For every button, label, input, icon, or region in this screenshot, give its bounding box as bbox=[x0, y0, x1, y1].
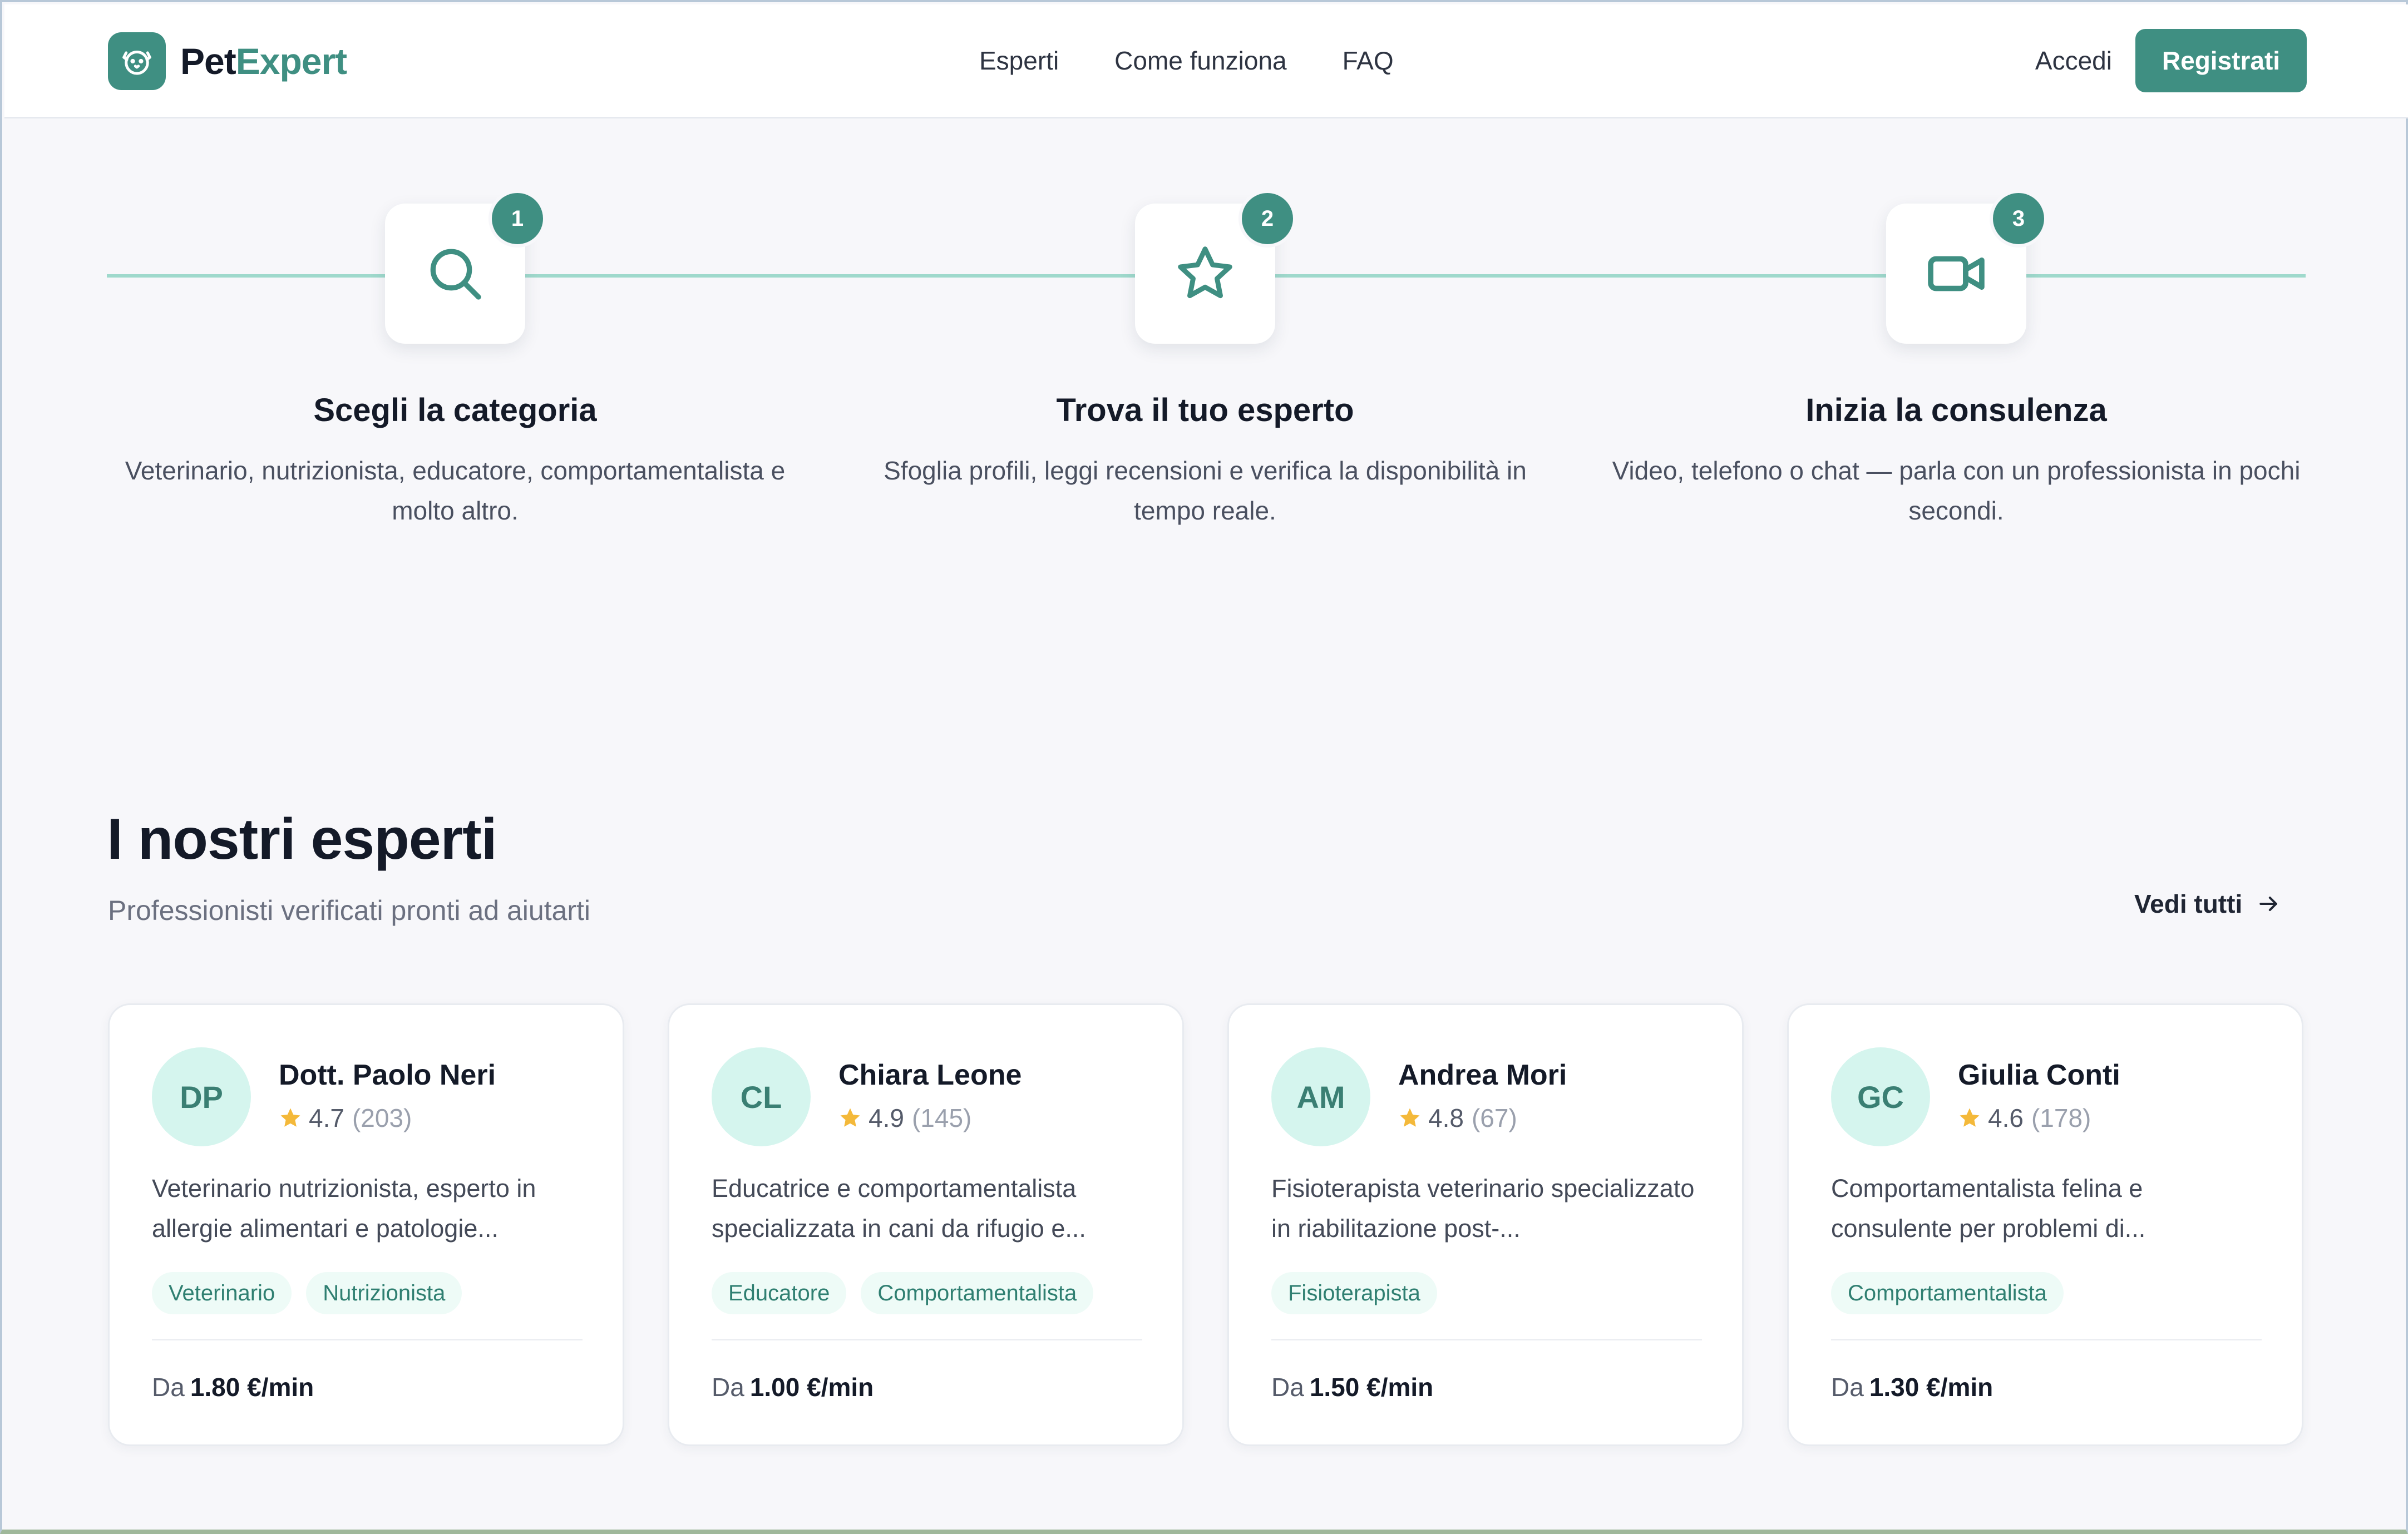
avatar: GC bbox=[1831, 1047, 1930, 1146]
expert-rating: 4.6 (178) bbox=[1958, 1103, 2091, 1133]
price-prefix: Da bbox=[1271, 1373, 1304, 1402]
category-tag: Veterinario bbox=[152, 1272, 292, 1314]
star-icon bbox=[1400, 1108, 1420, 1127]
dog-face-icon bbox=[108, 32, 166, 90]
step-1-title: Scegli la categoria bbox=[313, 392, 597, 428]
expert-description: Comportamentalista felina e consulente p… bbox=[1831, 1174, 2146, 1243]
price-value: 1.80 €/min bbox=[190, 1373, 314, 1402]
expert-price: Da 1.50 €/min bbox=[1271, 1372, 1433, 1402]
expert-name: Giulia Conti bbox=[1958, 1059, 2120, 1091]
avatar: CL bbox=[712, 1047, 811, 1146]
nav-links: Esperti Come funziona FAQ bbox=[979, 46, 1449, 76]
nav-link-faq[interactable]: FAQ bbox=[1343, 46, 1394, 76]
expert-tags: Fisioterapista bbox=[1271, 1272, 1452, 1314]
category-tag: Educatore bbox=[712, 1272, 847, 1314]
expert-tags: Veterinario Nutrizionista bbox=[152, 1272, 476, 1314]
star-icon bbox=[280, 1108, 300, 1127]
expert-price: Da 1.80 €/min bbox=[152, 1372, 314, 1402]
nav-link-esperti[interactable]: Esperti bbox=[979, 46, 1059, 76]
video-camera-icon bbox=[1928, 256, 1985, 291]
step-3-number: 3 bbox=[1990, 190, 2047, 248]
rating-value: 4.8 bbox=[1428, 1104, 1464, 1132]
card-divider bbox=[712, 1339, 1142, 1340]
step-3-description: Video, telefono o chat — parla con un pr… bbox=[1612, 456, 2301, 525]
register-button[interactable]: Registrati bbox=[2135, 29, 2307, 92]
review-count: (178) bbox=[2031, 1104, 2091, 1132]
expert-tags: Educatore Comportamentalista bbox=[712, 1272, 1108, 1314]
price-prefix: Da bbox=[712, 1373, 744, 1402]
review-count: (67) bbox=[1471, 1104, 1517, 1132]
expert-card[interactable]: GC Giulia Conti 4.6 (178) Comportamental… bbox=[1787, 1003, 2303, 1446]
step-2-description: Sfoglia profili, leggi recensioni e veri… bbox=[884, 456, 1527, 525]
expert-name: Andrea Mori bbox=[1398, 1059, 1567, 1091]
experts-section-title: I nostri esperti bbox=[107, 807, 497, 872]
search-icon bbox=[430, 249, 481, 300]
see-all-link[interactable]: Vedi tutti bbox=[2134, 889, 2281, 919]
rating-value: 4.9 bbox=[869, 1104, 904, 1132]
card-divider bbox=[1271, 1339, 1702, 1340]
card-divider bbox=[152, 1339, 583, 1340]
price-value: 1.30 €/min bbox=[1869, 1373, 1993, 1402]
expert-rating: 4.8 (67) bbox=[1398, 1103, 1517, 1133]
expert-name: Chiara Leone bbox=[838, 1059, 1022, 1091]
expert-card[interactable]: AM Andrea Mori 4.8 (67) Fisioterapista v… bbox=[1227, 1003, 1744, 1446]
experts-section-subtitle: Professionisti verificati pronti ad aiut… bbox=[108, 895, 591, 926]
category-tag: Fisioterapista bbox=[1271, 1272, 1437, 1314]
price-value: 1.00 €/min bbox=[749, 1373, 874, 1402]
review-count: (145) bbox=[911, 1104, 972, 1132]
star-icon bbox=[1178, 246, 1232, 299]
rating-value: 4.6 bbox=[1988, 1104, 2024, 1132]
expert-rating: 4.7 (203) bbox=[279, 1103, 412, 1133]
category-tag: Comportamentalista bbox=[861, 1272, 1094, 1314]
avatar: DP bbox=[152, 1047, 251, 1146]
page-frame: PetExpert Esperti Come funziona FAQ Acce… bbox=[0, 0, 2408, 1534]
see-all-label: Vedi tutti bbox=[2134, 889, 2243, 918]
step-1-description: Veterinario, nutrizionista, educatore, c… bbox=[125, 456, 786, 525]
price-value: 1.50 €/min bbox=[1309, 1373, 1434, 1402]
brand-logo[interactable]: PetExpert bbox=[108, 32, 347, 90]
expert-tags: Comportamentalista bbox=[1831, 1272, 2078, 1314]
category-tag: Comportamentalista bbox=[1831, 1272, 2064, 1314]
expert-name: Dott. Paolo Neri bbox=[279, 1059, 496, 1091]
avatar: AM bbox=[1271, 1047, 1370, 1146]
expert-card[interactable]: DP Dott. Paolo Neri 4.7 (203) Veterinari… bbox=[108, 1003, 624, 1446]
expert-description: Veterinario nutrizionista, esperto in al… bbox=[152, 1174, 536, 1243]
expert-price: Da 1.30 €/min bbox=[1831, 1372, 1993, 1402]
step-2-number: 2 bbox=[1238, 190, 1296, 248]
arrow-right-icon bbox=[2259, 896, 2278, 912]
top-navbar: PetExpert Esperti Come funziona FAQ Acce… bbox=[4, 4, 2408, 118]
brand-name-part2: Expert bbox=[235, 41, 347, 82]
star-icon bbox=[1960, 1108, 1980, 1127]
nav-link-come-funziona[interactable]: Come funziona bbox=[1114, 46, 1286, 76]
expert-card[interactable]: CL Chiara Leone 4.9 (145) Educatrice e c… bbox=[668, 1003, 1184, 1446]
step-2-title: Trova il tuo esperto bbox=[1056, 392, 1354, 428]
review-count: (203) bbox=[352, 1104, 412, 1132]
brand-name: PetExpert bbox=[180, 40, 347, 82]
login-link[interactable]: Accedi bbox=[2035, 46, 2112, 76]
star-icon bbox=[840, 1108, 860, 1127]
card-divider bbox=[1831, 1339, 2262, 1340]
step-1-number: 1 bbox=[488, 190, 546, 248]
expert-rating: 4.9 (145) bbox=[838, 1103, 971, 1133]
rating-value: 4.7 bbox=[309, 1104, 344, 1132]
brand-name-part1: Pet bbox=[180, 41, 236, 82]
expert-description: Educatrice e comportamentalista speciali… bbox=[712, 1174, 1086, 1243]
expert-description: Fisioterapista veterinario specializzato… bbox=[1271, 1174, 1695, 1243]
price-prefix: Da bbox=[1831, 1373, 1864, 1402]
price-prefix: Da bbox=[152, 1373, 185, 1402]
step-3-title: Inizia la consulenza bbox=[1805, 392, 2107, 428]
expert-price: Da 1.00 €/min bbox=[712, 1372, 874, 1402]
category-tag: Nutrizionista bbox=[306, 1272, 462, 1314]
